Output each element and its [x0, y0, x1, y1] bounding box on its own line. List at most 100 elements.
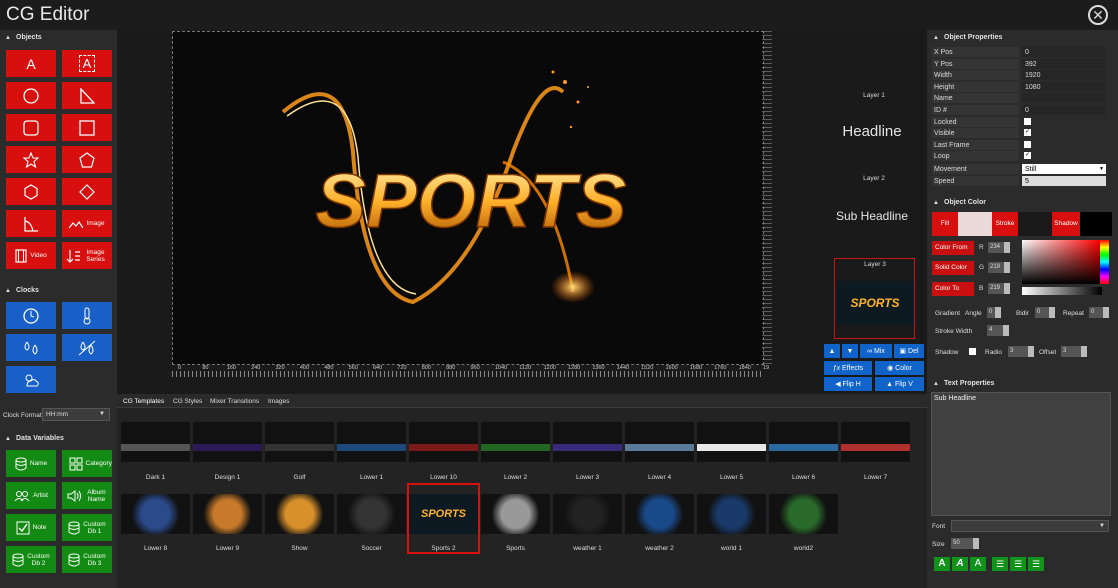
property-checkbox[interactable]: ✓	[1024, 152, 1031, 160]
text-content-area[interactable]: Sub Headline	[931, 392, 1111, 516]
color-button[interactable]: ◉ Color	[875, 361, 924, 375]
template-thumbnail[interactable]	[337, 422, 406, 462]
shadow-swatch[interactable]	[1080, 212, 1112, 236]
align-center-button[interactable]: ☰	[1010, 557, 1026, 571]
name-variable-button[interactable]: Name	[6, 450, 56, 477]
circle-tool-button[interactable]	[6, 82, 56, 109]
tab-mixer-transitions[interactable]: Mixer Transitions	[210, 398, 259, 405]
text-box-tool-button[interactable]: A	[62, 50, 112, 77]
bold-button[interactable]: A	[934, 557, 950, 571]
layer3-item[interactable]: Layer 3 SPORTS	[834, 258, 915, 339]
template-thumbnail[interactable]	[265, 494, 334, 534]
layer2-sub-headline[interactable]: Sub Headline	[812, 209, 932, 223]
property-value[interactable]: 0	[1022, 105, 1106, 115]
align-left-button[interactable]: ☰	[992, 557, 1008, 571]
canvas-preview[interactable]: SPORTS	[172, 31, 764, 365]
effects-button[interactable]: ƒx Effects	[824, 361, 872, 375]
object-color-header[interactable]: ▲ Object Color	[928, 196, 1114, 210]
repeat-spinner[interactable]: 0	[1089, 307, 1109, 318]
color-picker-area[interactable]	[1022, 240, 1100, 284]
template-thumbnail[interactable]	[193, 494, 262, 534]
fill-swatch[interactable]	[958, 212, 992, 236]
r-spinner[interactable]: 234	[988, 242, 1010, 253]
data-variables-header[interactable]: ▲ Data Variables	[0, 432, 117, 446]
flip-v-button[interactable]: ▲ Flip V	[875, 377, 924, 391]
bidir-spinner[interactable]: 0	[1035, 307, 1055, 318]
flip-h-button[interactable]: ◀ Flip H	[824, 377, 872, 391]
stroke-width-spinner[interactable]: 4	[987, 325, 1009, 336]
pentagon-tool-button[interactable]	[62, 146, 112, 173]
angle-spinner[interactable]: 0	[987, 307, 1001, 318]
star-tool-button[interactable]	[6, 146, 56, 173]
hexagon-tool-button[interactable]	[6, 178, 56, 205]
image-series-tool-button[interactable]: Image Series	[62, 242, 112, 269]
custom-db1-variable-button[interactable]: Custom Db 1	[62, 514, 112, 541]
hue-slider[interactable]	[1100, 240, 1109, 284]
movement-select[interactable]: Still ▼	[1022, 164, 1106, 174]
diamond-tool-button[interactable]	[62, 178, 112, 205]
album-name-variable-button[interactable]: Album Name	[62, 482, 112, 509]
property-value[interactable]: 1920	[1022, 70, 1106, 81]
stroke-swatch[interactable]	[1018, 212, 1052, 236]
rounded-rect-tool-button[interactable]	[6, 114, 56, 141]
speed-spinner[interactable]: 5	[1022, 176, 1106, 186]
object-properties-header[interactable]: ▲ Object Properties	[928, 31, 1114, 45]
dewpoint-button[interactable]	[62, 334, 112, 361]
template-thumbnail[interactable]	[841, 422, 910, 462]
template-thumbnail[interactable]	[553, 494, 622, 534]
humidity-button[interactable]	[6, 334, 56, 361]
shadow-button[interactable]: Shadow	[1052, 212, 1080, 236]
tab-cg-templates[interactable]: CG Templates	[123, 398, 164, 405]
category-variable-button[interactable]: Category	[62, 450, 112, 477]
template-thumbnail[interactable]	[193, 422, 262, 462]
text-tool-button[interactable]: A	[6, 50, 56, 77]
custom-db2-variable-button[interactable]: Custom Db 2	[6, 546, 56, 573]
move-up-button[interactable]: ▲	[824, 344, 840, 358]
text-properties-header[interactable]: ▲ Text Properties	[928, 377, 1114, 391]
align-right-button[interactable]: ☰	[1028, 557, 1044, 571]
template-thumbnail[interactable]	[553, 422, 622, 462]
mix-button[interactable]: ∞ Mix	[860, 344, 892, 358]
font-select[interactable]: ▼	[951, 520, 1109, 532]
template-thumbnail[interactable]	[697, 494, 766, 534]
template-thumbnail[interactable]	[265, 422, 334, 462]
offset-spinner[interactable]: 3	[1061, 346, 1087, 357]
artist-variable-button[interactable]: Artist	[6, 482, 56, 509]
property-value[interactable]: 0	[1022, 47, 1106, 57]
template-thumbnail[interactable]	[769, 422, 838, 462]
image-tool-button[interactable]: Image	[62, 210, 112, 237]
solid-color-button[interactable]: Solid Color	[932, 261, 974, 275]
property-value[interactable]: 392	[1022, 58, 1106, 69]
alpha-slider[interactable]	[1022, 287, 1102, 295]
video-tool-button[interactable]: Video	[6, 242, 56, 269]
stroke-button[interactable]: Stroke	[992, 212, 1018, 236]
template-thumbnail[interactable]	[625, 494, 694, 534]
underline-button[interactable]: A	[970, 557, 986, 571]
property-checkbox[interactable]	[1024, 117, 1031, 125]
property-value[interactable]: 1080	[1022, 81, 1106, 92]
custom-db3-variable-button[interactable]: Custom Db 3	[62, 546, 112, 573]
property-value[interactable]	[1022, 93, 1106, 104]
fill-button[interactable]: Fill	[932, 212, 958, 236]
template-thumbnail[interactable]	[625, 422, 694, 462]
objects-header[interactable]: ▲ Objects	[0, 31, 117, 45]
template-thumbnail[interactable]	[481, 494, 550, 534]
layer1-headline[interactable]: Headline	[812, 123, 932, 140]
template-thumbnail[interactable]	[481, 422, 550, 462]
template-thumbnail[interactable]	[697, 422, 766, 462]
property-checkbox[interactable]	[1024, 140, 1031, 148]
analog-clock-button[interactable]	[6, 302, 56, 329]
radio-spinner[interactable]: 3	[1008, 346, 1034, 357]
clock-format-select[interactable]: HH:mm ▼	[42, 408, 110, 421]
tab-cg-styles[interactable]: CG Styles	[173, 398, 202, 405]
shadow-checkbox[interactable]	[969, 348, 976, 355]
temperature-button[interactable]	[62, 302, 112, 329]
color-to-button[interactable]: Color To	[932, 282, 974, 296]
close-icon[interactable]: ✕	[1088, 5, 1108, 25]
color-from-button[interactable]: Color From	[932, 241, 974, 255]
curve-tool-button[interactable]	[6, 210, 56, 237]
clocks-header[interactable]: ▲ Clocks	[0, 284, 117, 298]
tab-images[interactable]: Images	[268, 398, 289, 405]
b-spinner[interactable]: 219	[988, 283, 1010, 294]
note-variable-button[interactable]: Note	[6, 514, 56, 541]
